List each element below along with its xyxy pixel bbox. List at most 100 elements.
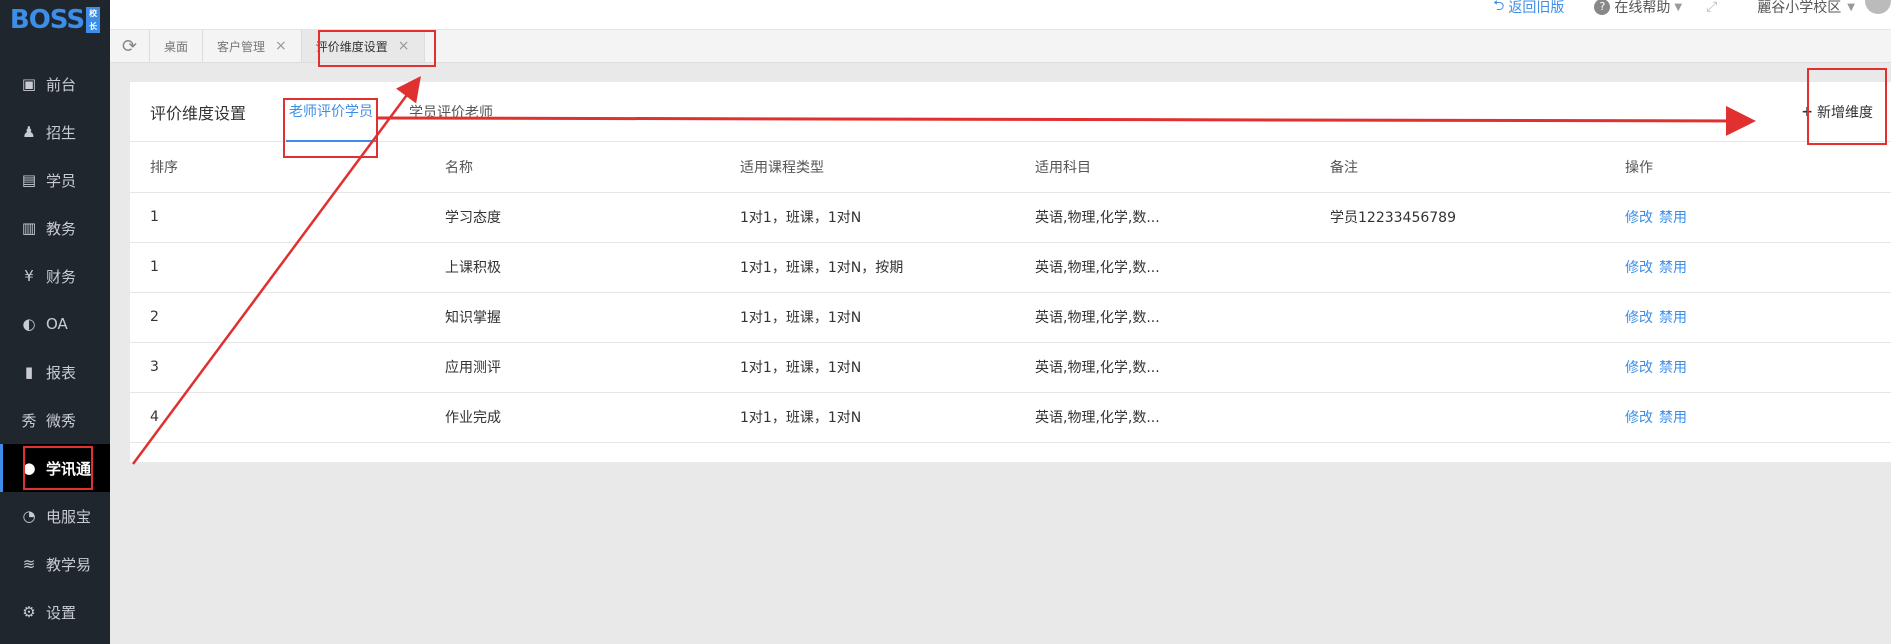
sidebar-item-3[interactable]: ▥ 教务 [0,204,110,252]
annotation-box-add-button [1807,68,1887,145]
table-row: 4 作业完成 1对1，班课，1对N 英语,物理,化学,数... 修改 禁用 [130,392,1891,443]
sidebar-item-7[interactable]: 秀微秀 [0,396,110,444]
back-old-version-link[interactable]: ⮌ 返回旧版 [1493,0,1564,19]
cell-subject: 英语,物理,化学,数... [1015,392,1310,443]
table-row: 3 应用测评 1对1，班课，1对N 英语,物理,化学,数... 修改 禁用 [130,342,1891,393]
sidebar-item-label: 教务 [46,219,77,238]
refresh-icon[interactable]: ⟳ [110,30,150,62]
sidebar-item-4[interactable]: ¥ 财务 [0,252,110,300]
table-row: 1 上课积极 1对1，班课，1对N，按期 英语,物理,化学,数... 修改 禁用 [130,242,1891,293]
tab-label: 客户管理 [217,39,266,54]
cell-name: 作业完成 [425,392,720,443]
sidebar-item-label: 财务 [46,267,77,286]
id-card-icon: ▤ [21,171,37,189]
sidebar-item-label: 设置 [46,603,77,622]
undo-icon: ⮌ [1493,0,1505,14]
calendar-icon: ▣ [21,75,37,93]
edit-link[interactable]: 修改 [1625,260,1653,276]
annotation-box-subtab [283,98,378,158]
table-row: 2 知识掌握 1对1，班课，1对N 英语,物理,化学,数... 修改 禁用 [130,292,1891,343]
cell-name: 知识掌握 [425,292,720,343]
cell-order: 1 [130,242,425,293]
dimension-table: 排序 名称 适用课程类型 适用科目 备注 操作 1 学习态度 1对1，班课，1对N 英… [130,142,1891,443]
cell-remark [1310,392,1605,443]
fullscreen-icon[interactable]: ⤢ [1706,0,1717,15]
cell-subject: 英语,物理,化学,数... [1015,342,1310,393]
cell-actions: 修改 禁用 [1605,192,1891,243]
card-title: 评价维度设置 [150,103,247,123]
tab-0[interactable]: 桌面 [150,30,204,62]
cell-actions: 修改 禁用 [1605,292,1891,343]
cell-remark [1310,292,1605,343]
dimension-settings-card: 评价维度设置 老师评价学员 学员评价老师 + 新增维度 排序 名称 适用课程类型… [130,82,1891,462]
logo-text: BOSS [9,5,85,35]
phone-service-icon: ◔ [22,507,36,525]
campus-label: 麗谷小学校区 [1757,0,1842,16]
caret-down-icon: ▼ [1847,1,1855,13]
cell-order: 3 [130,342,425,393]
cell-course: 1对1，班课，1对N [720,342,1015,393]
disable-link[interactable]: 禁用 [1659,210,1687,226]
sidebar-item-11[interactable]: ⚙ 设置 [0,588,110,636]
disable-link[interactable]: 禁用 [1659,410,1687,426]
logo: BOSS 校长 [0,0,110,40]
cell-name: 学习态度 [425,192,720,243]
sidebar-item-label: 学员 [46,171,77,190]
subtab-student-evaluates-teacher[interactable]: 学员评价老师 [406,82,496,142]
avatar[interactable] [1865,0,1891,14]
table-header-row: 排序 名称 适用课程类型 适用科目 备注 操作 [130,142,1891,193]
sidebar-item-0[interactable]: ▣ 前台 [0,60,110,108]
teach-icon: ≋ [22,555,36,573]
col-order: 排序 [130,142,425,193]
campus-selector[interactable]: 麗谷小学校区 ▼ [1757,0,1855,17]
cell-order: 1 [130,192,425,243]
cell-course: 1对1，班课，1对N [720,392,1015,443]
user-add-icon: ♟ [22,123,36,141]
annotation-box-nav [23,446,93,490]
disable-link[interactable]: 禁用 [1659,310,1687,326]
cell-order: 4 [130,392,425,443]
cell-course: 1对1，班课，1对N [720,292,1015,343]
tab-label: 桌面 [164,39,189,54]
gear-icon: ⚙ [22,603,36,621]
cell-remark [1310,342,1605,393]
edit-link[interactable]: 修改 [1625,360,1653,376]
col-subject: 适用科目 [1015,142,1310,193]
cell-name: 应用测评 [425,342,720,393]
sidebar-item-label: 微秀 [46,411,77,430]
sidebar-item-6[interactable]: ▮ 报表 [0,348,110,396]
cell-remark [1310,242,1605,293]
caret-down-icon: ▼ [1674,1,1683,13]
card-header: 评价维度设置 老师评价学员 学员评价老师 + 新增维度 [130,82,1891,142]
back-label: 返回旧版 [1508,0,1565,16]
sidebar-item-label: 报表 [46,363,77,382]
logo-sub: 校长 [86,7,101,33]
edit-link[interactable]: 修改 [1625,310,1653,326]
help-icon: ? [1594,0,1611,15]
sidebar-item-1[interactable]: ♟ 招生 [0,108,110,156]
disable-link[interactable]: 禁用 [1659,360,1687,376]
disable-link[interactable]: 禁用 [1659,260,1687,276]
yen-coin-icon: ¥ [24,267,34,285]
sidebar-item-label: 教学易 [46,555,92,574]
cell-actions: 修改 禁用 [1605,342,1891,393]
col-course-type: 适用课程类型 [720,142,1015,193]
col-remark: 备注 [1310,142,1605,193]
cell-remark: 学员12233456789 [1310,192,1605,243]
sidebar-item-5[interactable]: ◐ OA [0,300,110,348]
edit-link[interactable]: 修改 [1625,210,1653,226]
edit-link[interactable]: 修改 [1625,410,1653,426]
close-icon[interactable]: × [275,38,287,54]
cell-subject: 英语,物理,化学,数... [1015,192,1310,243]
sidebar-item-9[interactable]: ◔ 电服宝 [0,492,110,540]
cell-actions: 修改 禁用 [1605,242,1891,293]
sidebar-item-10[interactable]: ≋ 教学易 [0,540,110,588]
tab-1[interactable]: 客户管理 × [203,30,302,62]
cell-course: 1对1，班课，1对N [720,192,1015,243]
sidebar-item-2[interactable]: ▤ 学员 [0,156,110,204]
table-row: 1 学习态度 1对1，班课，1对N 英语,物理,化学,数... 学员1223345678… [130,192,1891,243]
annotation-box-active-tab [318,30,436,67]
online-help-menu[interactable]: ? 在线帮助 ▼ [1594,0,1682,17]
sidebar-item-label: 电服宝 [46,507,92,526]
cell-order: 2 [130,292,425,343]
